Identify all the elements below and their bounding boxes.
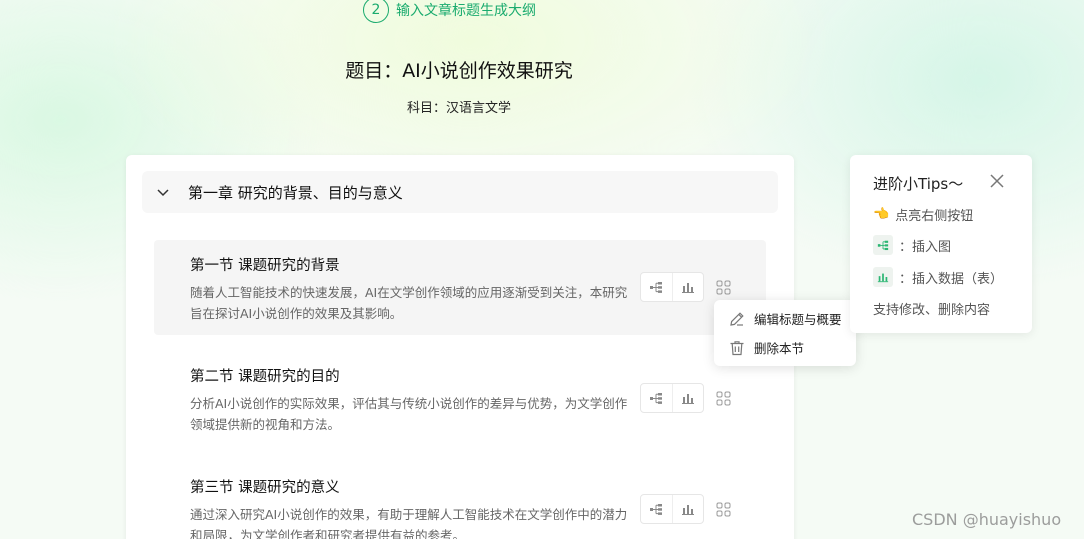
mindmap-icon[interactable] [641, 273, 672, 301]
edit-title-summary-label: 编辑标题与概要 [754, 312, 842, 327]
section-item[interactable]: 第三节 课题研究的意义 通过深入研究AI小说创作的效果，有助于理解人工智能技术在… [154, 462, 766, 539]
section-desc: 分析AI小说创作的实际效果，评估其与传统小说创作的差异与优势，为文学创作领域提供… [190, 396, 628, 432]
tip-support-text: 支持修改、删除内容 [873, 303, 991, 318]
section-title: 第三节 课题研究的意义 [190, 480, 340, 496]
grid-menu-icon[interactable] [714, 500, 732, 518]
pencil-icon [730, 311, 744, 326]
section-title: 第一节 课题研究的背景 [190, 258, 340, 274]
paper-subject: 科目：汉语言文学 [406, 101, 511, 116]
grid-menu-icon[interactable] [714, 389, 732, 407]
tip-hint-text: 点亮右侧按钮 [895, 209, 974, 224]
section-item[interactable]: 第二节 课题研究的目的 分析AI小说创作的实际效果，评估其与传统小说创作的差异与… [154, 351, 766, 446]
chapter-header[interactable]: 第一章 研究的背景、目的与意义 [142, 171, 778, 213]
bar-chart-icon [873, 267, 893, 287]
bar-chart-icon[interactable] [671, 384, 704, 412]
step-label: 输入文章标题生成大纲 [396, 3, 536, 19]
chevron-down-icon[interactable] [154, 183, 172, 201]
mindmap-icon[interactable] [641, 495, 672, 523]
bar-chart-icon[interactable] [671, 495, 704, 523]
tip-insert-image-text: ：插入图 [899, 239, 952, 255]
step-indicator: 2 输入文章标题生成大纲 [363, 0, 536, 23]
delete-section-item[interactable]: 删除本节 [728, 338, 804, 357]
section-desc: 通过深入研究AI小说创作的效果，有助于理解人工智能技术在文学创作中的潜力和局限，… [190, 507, 628, 539]
close-icon[interactable] [988, 172, 1006, 190]
tip-insert-data-text: ：插入数据（表） [899, 271, 1004, 287]
section-toolbar [640, 272, 704, 302]
outline-panel: 第一章 研究的背景、目的与意义 第一节 课题研究的背景 随着人工智能技术的快速发… [126, 155, 794, 539]
tips-panel: 进阶小Tips～ 👈 点亮右侧按钮 ：插入图 ：插入数据（表） 支持修改、删除内… [850, 155, 1032, 333]
tip-insert-image-row: ：插入图 [873, 235, 951, 255]
step-number: 2 [363, 0, 389, 23]
section-toolbar [640, 494, 704, 524]
section-title: 第二节 课题研究的目的 [190, 369, 340, 385]
edit-title-summary-item[interactable]: 编辑标题与概要 [728, 309, 842, 328]
chapter-title: 第一章 研究的背景、目的与意义 [188, 183, 403, 202]
mindmap-icon[interactable] [641, 384, 672, 412]
watermark: CSDN @huayishuo [912, 510, 1062, 529]
mindmap-icon [873, 235, 893, 255]
bar-chart-icon[interactable] [671, 273, 704, 301]
tip-support-row: 支持修改、删除内容 [873, 299, 990, 318]
tip-insert-data-row: ：插入数据（表） [873, 267, 1003, 287]
section-context-menu: 编辑标题与概要 删除本节 [714, 300, 856, 366]
section-item[interactable]: 第一节 课题研究的背景 随着人工智能技术的快速发展，AI在文学创作领域的应用逐渐… [154, 240, 766, 335]
section-toolbar [640, 383, 704, 413]
tip-hint-row: 👈 点亮右侧按钮 [873, 205, 973, 224]
delete-section-label: 删除本节 [754, 341, 805, 356]
paper-title: 题目：AI小说创作效果研究 [345, 60, 573, 82]
tips-title: 进阶小Tips～ [873, 175, 964, 193]
grid-menu-icon[interactable] [714, 278, 732, 296]
trash-icon [730, 340, 744, 355]
pointing-hand-icon: 👈 [873, 207, 890, 222]
section-desc: 随着人工智能技术的快速发展，AI在文学创作领域的应用逐渐受到关注，本研究旨在探讨… [190, 285, 628, 321]
